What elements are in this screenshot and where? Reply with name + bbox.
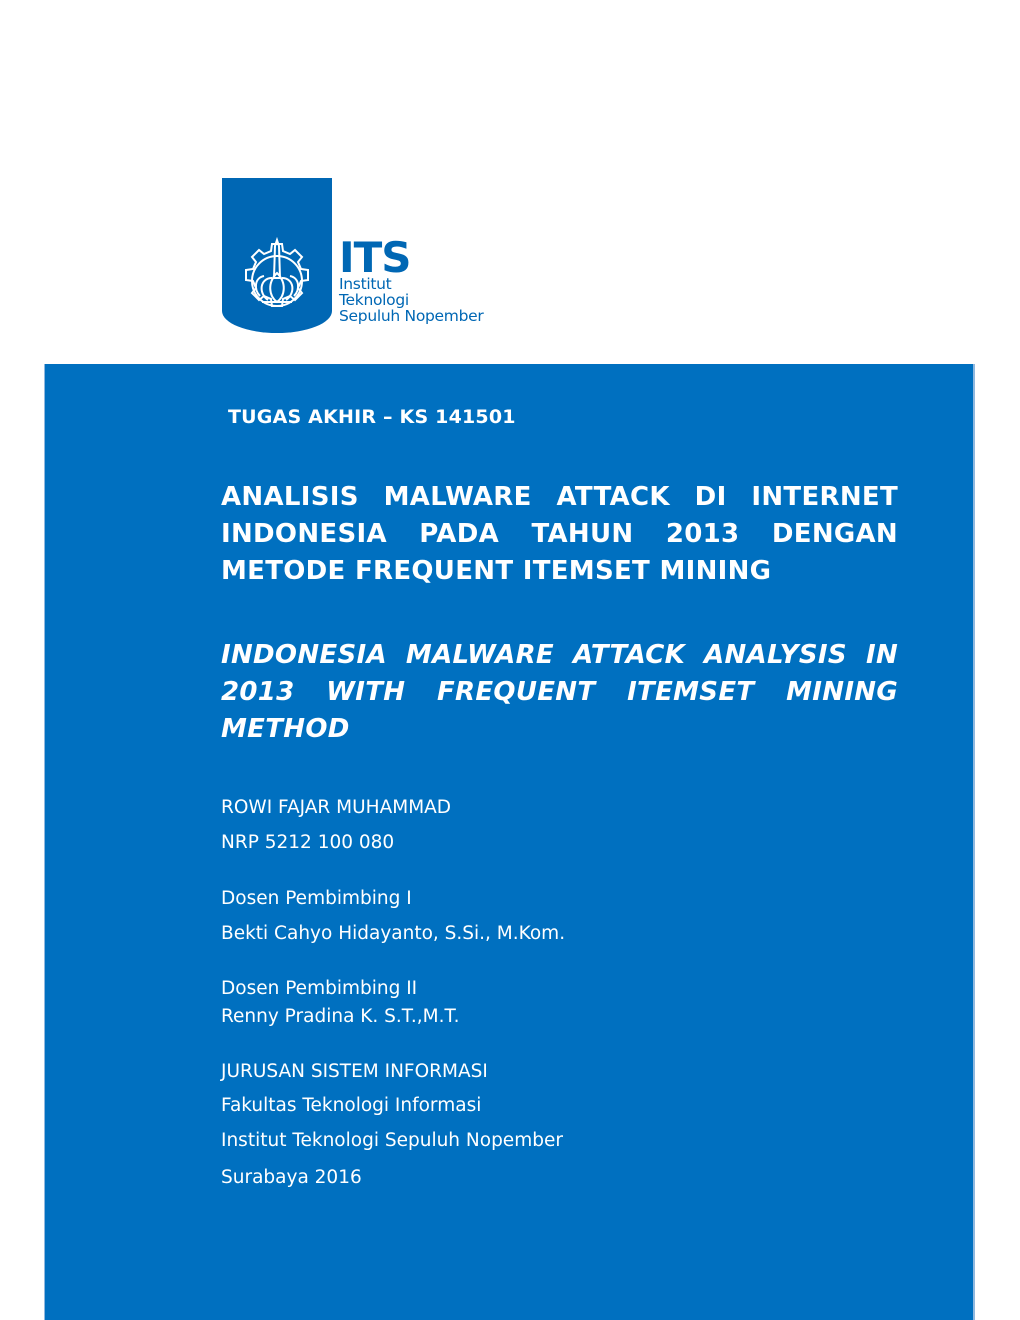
title-indonesian: ANALISIS MALWARE ATTACK DI INTERNET INDO… — [221, 482, 898, 586]
advisor1-name: Bekti Cahyo Hidayanto, S.Si., M.Kom. — [221, 923, 566, 944]
document-code: TUGAS AKHIR – KS 141501 — [228, 406, 516, 428]
department: JURUSAN SISTEM INFORMASI — [221, 1061, 488, 1082]
advisor2-label: Dosen Pembimbing II — [221, 978, 418, 999]
logo-line-1: Institut — [339, 275, 392, 293]
its-logo: ITS Institut Teknologi Sepuluh Nopember — [222, 178, 507, 333]
faculty: Fakultas Teknologi Informasi — [221, 1095, 482, 1116]
advisor2-name: Renny Pradina K. S.T.,M.T. — [221, 1006, 460, 1027]
logo-acronym: ITS — [339, 233, 412, 282]
logo-line-2: Teknologi — [339, 291, 409, 309]
institute: Institut Teknologi Sepuluh Nopember — [221, 1130, 563, 1151]
its-emblem-icon — [222, 178, 332, 333]
advisor1-label: Dosen Pembimbing I — [221, 888, 412, 909]
its-wordmark: ITS Institut Teknologi Sepuluh Nopember — [339, 233, 484, 325]
author-nrp: NRP 5212 100 080 — [221, 832, 395, 853]
city-year: Surabaya 2016 — [221, 1167, 362, 1188]
logo-line-3: Sepuluh Nopember — [339, 307, 484, 325]
author-name: ROWI FAJAR MUHAMMAD — [221, 797, 452, 818]
title-english: INDONESIA MALWARE ATTACK ANALYSIS IN 201… — [221, 640, 898, 744]
